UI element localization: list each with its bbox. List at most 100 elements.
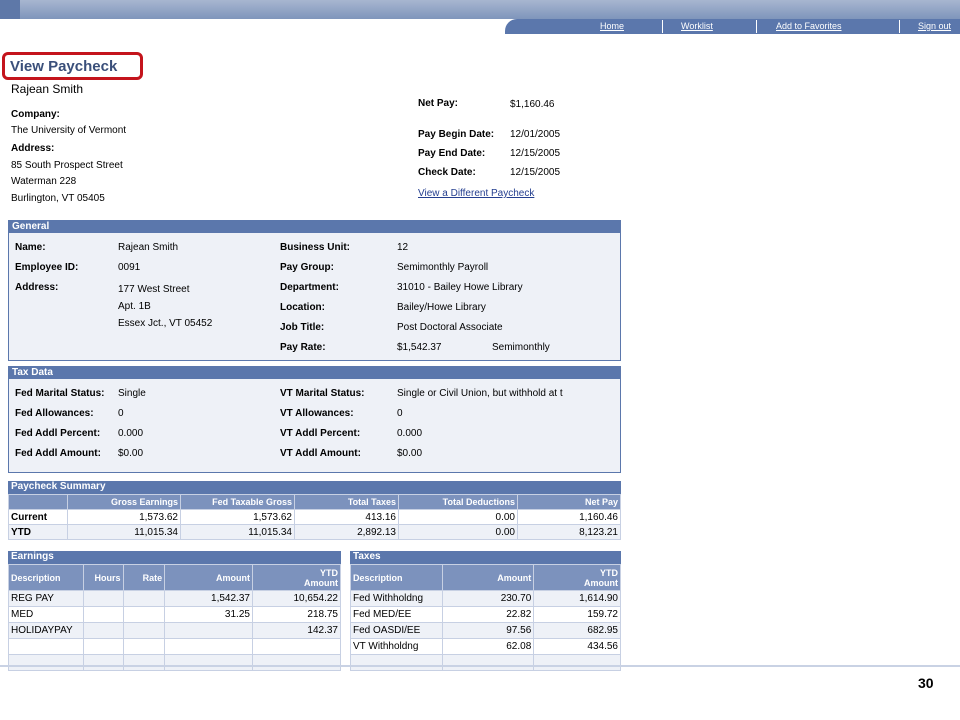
net-pay-value: $1,160.46 — [510, 99, 555, 110]
vt-addl-amount-value: $0.00 — [397, 448, 423, 459]
location-label: Location: — [280, 302, 325, 313]
ps-cell: 1,160.46 — [517, 509, 621, 525]
tax-ytd: 682.95 — [533, 622, 621, 639]
business-unit-label: Business Unit: — [280, 242, 351, 253]
table-row: HOLIDAYPAY 142.37 — [8, 622, 342, 639]
ps-cell: 8,123.21 — [517, 524, 621, 540]
pay-group-value: Semimonthly Payroll — [397, 262, 489, 273]
earn-rate — [122, 606, 166, 623]
earn-desc: MED — [8, 606, 84, 623]
earn-ytd: 142.37 — [251, 622, 342, 639]
tax-ytd — [533, 654, 621, 671]
nav-favorites-link[interactable]: Add to Favorites — [776, 21, 842, 31]
name-label: Name: — [15, 242, 46, 253]
earn-ytd: 10,654.22 — [251, 590, 342, 607]
vt-marital-value: Single or Civil Union, but withhold at t — [397, 388, 563, 399]
employee-id-value: 0091 — [118, 262, 141, 273]
employer-address-label: Address: — [11, 143, 55, 154]
ps-cell: 0.00 — [398, 509, 518, 525]
fed-addl-percent-label: Fed Addl Percent: — [15, 428, 101, 439]
earn-col-hours: Hours — [82, 564, 124, 591]
pay-frequency-value: Semimonthly — [492, 342, 550, 353]
job-title-value: Post Doctoral Associate — [397, 322, 503, 333]
footer-divider — [0, 665, 960, 667]
nav-signout-link[interactable]: Sign out — [918, 21, 951, 31]
ps-cell: 0.00 — [398, 524, 518, 540]
address-line3: Essex Jct., VT 05452 — [118, 318, 213, 329]
ps-row-label: YTD — [8, 524, 68, 540]
ps-cell: 2,892.13 — [294, 524, 399, 540]
employee-name: Rajean Smith — [11, 82, 84, 96]
nav-bar: Home Worklist Add to Favorites Sign out — [505, 19, 960, 34]
pay-rate-label: Pay Rate: — [280, 342, 326, 353]
earn-ytd — [251, 638, 342, 655]
fed-addl-amount-value: $0.00 — [118, 448, 144, 459]
tax-amount — [441, 654, 535, 671]
tax-ytd: 434.56 — [533, 638, 621, 655]
earn-amount — [164, 622, 253, 639]
earnings-header: Earnings — [8, 551, 341, 564]
earn-ytd-line1: YTD — [320, 567, 338, 578]
earnings-table: Description Hours Rate Amount YTD Amount … — [8, 564, 342, 671]
nav-home-link[interactable]: Home — [600, 21, 624, 31]
earn-desc — [8, 654, 84, 671]
earn-amount — [164, 638, 253, 655]
earn-desc: HOLIDAYPAY — [8, 622, 84, 639]
earn-ytd — [251, 654, 342, 671]
vt-marital-label: VT Marital Status: — [280, 388, 365, 399]
tax-amount: 97.56 — [441, 622, 535, 639]
nav-worklist-link[interactable]: Worklist — [681, 21, 713, 31]
address-label: Address: — [15, 282, 59, 293]
earn-amount: 1,542.37 — [164, 590, 253, 607]
banner-notch — [0, 0, 20, 19]
ps-cell: 11,015.34 — [180, 524, 295, 540]
general-panel: General Name: Rajean Smith Employee ID: … — [8, 220, 621, 361]
department-label: Department: — [280, 282, 339, 293]
vt-addl-amount-label: VT Addl Amount: — [280, 448, 361, 459]
earn-rate — [122, 622, 166, 639]
job-title-label: Job Title: — [280, 322, 325, 333]
check-date-label: Check Date: — [418, 167, 476, 178]
name-value: Rajean Smith — [118, 242, 179, 253]
vt-addl-percent-label: VT Addl Percent: — [280, 428, 361, 439]
vt-allowances-label: VT Allowances: — [280, 408, 354, 419]
table-row: Fed OASDI/EE 97.56 682.95 — [350, 622, 621, 639]
fed-marital-value: Single — [118, 388, 146, 399]
table-row: Fed MED/EE 22.82 159.72 — [350, 606, 621, 623]
ps-col-net-pay: Net Pay — [517, 494, 621, 510]
tax-ytd: 1,614.90 — [533, 590, 621, 607]
taxes-header: Taxes — [350, 551, 621, 564]
earn-rate — [122, 590, 166, 607]
address-line1: 177 West Street — [118, 284, 190, 295]
ps-col-blank — [8, 494, 68, 510]
pay-end-label: Pay End Date: — [418, 148, 486, 159]
ps-col-total-taxes: Total Taxes — [294, 494, 399, 510]
location-value: Bailey/Howe Library — [397, 302, 486, 313]
vt-addl-percent-value: 0.000 — [397, 428, 423, 439]
tax-amount: 230.70 — [441, 590, 535, 607]
tax-col-amount: Amount — [441, 564, 535, 591]
check-date-value: 12/15/2005 — [510, 167, 561, 178]
tax-desc: VT Withholdng — [350, 638, 443, 655]
earn-hours — [82, 622, 124, 639]
earn-hours — [82, 638, 124, 655]
table-row — [8, 638, 342, 655]
earn-col-description: Description — [8, 564, 84, 591]
earn-amount: 31.25 — [164, 606, 253, 623]
view-different-paycheck-link[interactable]: View a Different Paycheck — [418, 188, 534, 199]
paycheck-summary-header: Paycheck Summary — [8, 481, 621, 494]
table-row: VT Withholdng 62.08 434.56 — [350, 638, 621, 655]
table-row: Current 1,573.62 1,573.62 413.16 0.00 1,… — [8, 509, 621, 525]
earn-col-amount: Amount — [164, 564, 253, 591]
fed-allowances-value: 0 — [118, 408, 124, 419]
tax-amount: 62.08 — [441, 638, 535, 655]
earn-hours — [82, 654, 124, 671]
pay-rate-value: $1,542.37 — [397, 342, 442, 353]
ps-col-fed-taxable: Fed Taxable Gross — [180, 494, 295, 510]
pay-begin-label: Pay Begin Date: — [418, 129, 495, 140]
ps-col-gross: Gross Earnings — [67, 494, 181, 510]
fed-allowances-label: Fed Allowances: — [15, 408, 94, 419]
earn-hours — [82, 606, 124, 623]
table-row — [350, 654, 621, 671]
tax-ytd-line1: YTD — [600, 567, 618, 578]
